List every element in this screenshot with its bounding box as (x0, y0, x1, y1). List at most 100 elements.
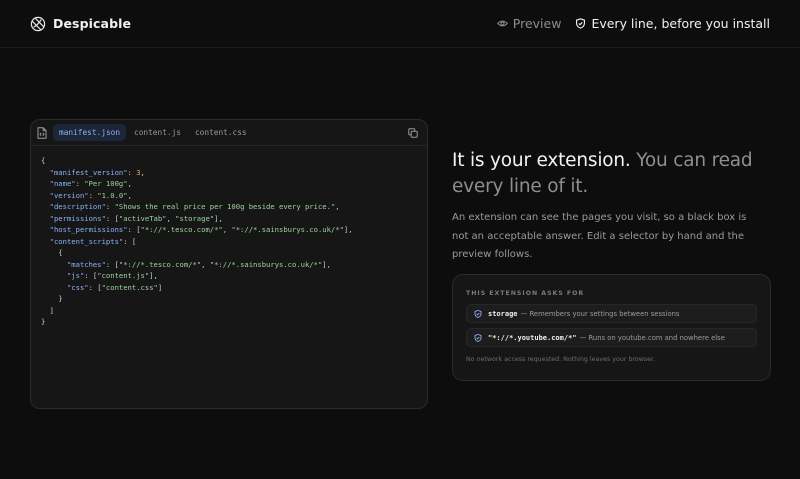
code-line: "version": "1.0.0", (41, 190, 417, 202)
permission-code: storage (488, 309, 518, 318)
permission-code: "*://*.youtube.com/*" (488, 333, 577, 342)
code-token: "activeTab" (118, 213, 167, 223)
eye-icon (496, 20, 508, 27)
code-token: "css" (66, 282, 89, 292)
hero-headline: It is your extension. You can read every… (452, 148, 772, 200)
code-token: "content_scripts" (49, 236, 124, 246)
code-token: ], (343, 225, 353, 234)
code-token: "*://*.sainsburys.co.uk/*" (231, 225, 344, 234)
code-line: { (41, 155, 417, 167)
code-token: "*://*.tesco.com/*" (140, 225, 223, 234)
code-token: , (127, 179, 132, 188)
shield-check-icon (474, 333, 482, 342)
tab-content-js[interactable]: content.js (128, 124, 187, 141)
code-line: "css": ["content.css"] (41, 282, 417, 294)
copy-icon[interactable] (408, 128, 418, 138)
code-token: : (105, 202, 115, 211)
code-token: "storage" (175, 213, 215, 223)
code-line: } (41, 316, 417, 328)
code-token: , (166, 213, 176, 223)
permission-text: — Runs on youtube.com and nowhere else (579, 333, 725, 342)
code-line: "js": ["content.js"], (41, 270, 417, 282)
code-viewer: manifest.json content.js content.css { "… (30, 119, 428, 409)
code-token: "description" (49, 202, 106, 211)
code-token: : [ (105, 213, 119, 223)
code-line: "matches": ["*://*.tesco.com/*", "*://*.… (41, 259, 417, 271)
code-token: "content.js" (97, 271, 150, 280)
code-token: ], (322, 259, 331, 269)
code-token: "js" (66, 271, 85, 280)
code-token: } (41, 317, 46, 326)
code-token: : (88, 190, 98, 200)
code-token: "*://*.tesco.com/*" (118, 259, 202, 269)
code-line: "name": "Per 100g", (41, 178, 417, 190)
code-token: , (140, 167, 145, 177)
code-token: "permissions" (49, 213, 106, 223)
code-token: , (127, 190, 132, 200)
code-line: ] (41, 305, 417, 317)
headline-strong: It is your extension. (452, 150, 631, 171)
nav-every-line[interactable]: Every line, before you install (575, 16, 770, 31)
code-token: "matches" (66, 259, 106, 269)
permissions-footnote: No network access requested. Nothing lea… (466, 356, 656, 363)
code-token: "version" (49, 190, 89, 200)
brand-name: Despicable (53, 16, 132, 31)
code-token: : [ (105, 259, 119, 269)
code-token: ], (149, 271, 158, 280)
code-token: "1.0.0" (97, 190, 128, 200)
code-token: "host_permissions" (49, 225, 128, 234)
code-token: ], (214, 213, 223, 223)
code-line: "permissions": ["activeTab", "storage"], (41, 213, 417, 225)
tab-content-css[interactable]: content.css (189, 124, 253, 141)
code-token: : (75, 179, 85, 188)
code-token: "Shows the real price per 100g beside ev… (114, 202, 336, 211)
code-token: : [ (88, 282, 102, 292)
code-token: ] (157, 282, 163, 292)
code-line: "host_permissions": ["*://*.tesco.com/*"… (41, 224, 417, 236)
code-token: : (127, 167, 137, 177)
shield-icon (576, 18, 586, 29)
code-token: { (41, 156, 46, 165)
code-token: "*://*.sainsburys.co.uk/*" (209, 259, 323, 269)
code-line: "manifest_version": 3, (41, 167, 417, 179)
code-token: { (41, 248, 63, 257)
nav-preview[interactable]: Preview (496, 16, 561, 31)
code-token: "name" (49, 179, 76, 188)
code-token: : [ (127, 225, 141, 234)
code-body: { "manifest_version": 3, "name": "Per 10… (31, 146, 427, 337)
code-token: "Per 100g" (84, 179, 128, 188)
permission-row-youtube: "*://*.youtube.com/*" — Runs on youtube.… (466, 328, 757, 347)
top-nav: Preview Every line, before you install (496, 16, 770, 31)
file-code-icon (37, 126, 47, 139)
globe-icon (30, 16, 46, 31)
code-token: : [ (123, 236, 137, 246)
code-line: "description": "Shows the real price per… (41, 201, 417, 213)
code-line: { (41, 247, 417, 259)
permissions-title: THIS EXTENSION ASKS FOR (466, 290, 585, 297)
permission-row-storage: storage — Remembers your settings betwee… (466, 304, 757, 323)
code-token: : [ (84, 271, 98, 280)
code-token: "manifest_version" (49, 167, 128, 177)
code-line: "content_scripts": [ (41, 236, 417, 248)
brand[interactable]: Despicable (30, 16, 131, 32)
code-token: "content.css" (101, 282, 158, 292)
code-token: , (201, 259, 210, 269)
tab-manifest-json[interactable]: manifest.json (53, 124, 127, 141)
top-bar: Despicable Preview Every line, before yo… (0, 0, 800, 48)
code-token: , (335, 202, 340, 211)
file-tabs: manifest.json content.js content.css (31, 120, 427, 146)
shield-check-icon (474, 309, 482, 318)
hero-description: An extension can see the pages you visit… (452, 212, 747, 260)
code-token: ] (41, 305, 54, 315)
permissions-card: THIS EXTENSION ASKS FOR storage — Rememb… (452, 274, 771, 381)
